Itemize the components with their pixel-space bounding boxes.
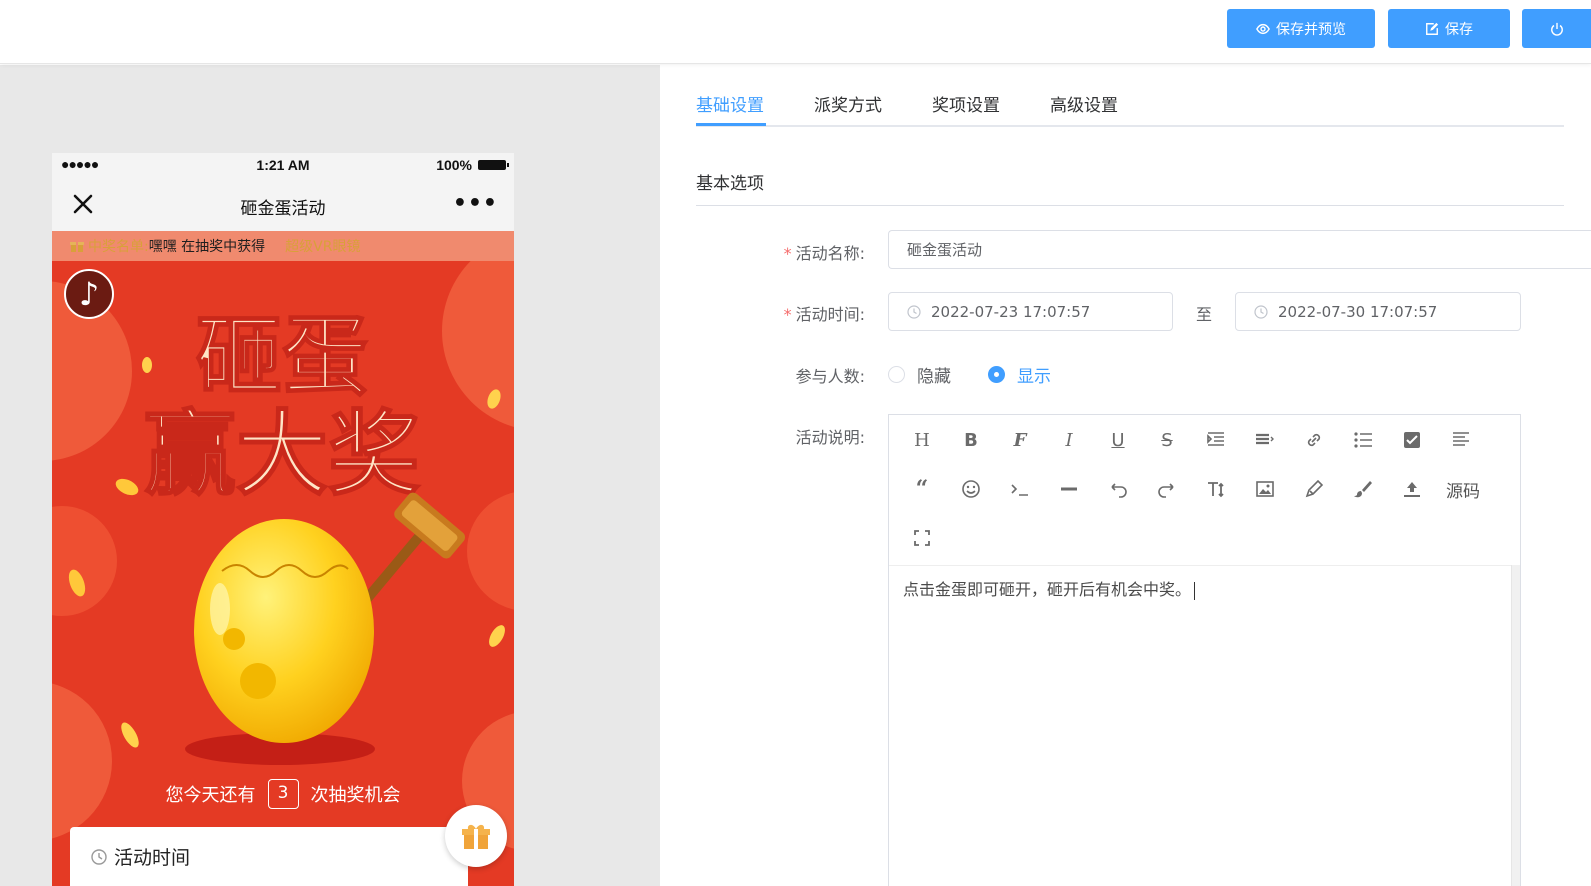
remaining-chances: 您今天还有 3 次抽奖机会	[52, 779, 514, 809]
winners-label: 中奖名单:	[88, 239, 149, 255]
radio-show[interactable]: 显示	[988, 362, 1051, 387]
save-button[interactable]: 保存	[1388, 9, 1510, 48]
editor-text: 点击金蛋即可砸开，砸开后有机会中奖。	[903, 576, 1196, 600]
section-divider	[696, 205, 1564, 206]
activity-name-label-text: 活动名称:	[795, 244, 865, 263]
preview-panel: ●●●●● 1:21 AM 100% 砸金蛋活动 ••• 中奖名单: 嘿嘿 在抽…	[0, 65, 660, 886]
edit-icon	[1426, 22, 1439, 35]
battery-icon	[478, 160, 509, 170]
section-title: 基本选项	[696, 174, 764, 194]
text-caret	[1194, 581, 1196, 600]
bold-icon[interactable]: B	[955, 424, 987, 456]
music-toggle-icon[interactable]: ♪	[64, 269, 114, 319]
phone-preview: ●●●●● 1:21 AM 100% 砸金蛋活动 ••• 中奖名单: 嘿嘿 在抽…	[52, 153, 514, 886]
tab-advanced-settings[interactable]: 高级设置	[1050, 91, 1118, 127]
settings-tabs: 基础设置 派奖方式 奖项设置 高级设置	[696, 87, 1564, 127]
radio-hide[interactable]: 隐藏	[888, 362, 951, 387]
save-and-preview-label: 保存并预览	[1276, 21, 1346, 38]
link-icon[interactable]	[1298, 424, 1330, 456]
bullet-list-icon[interactable]	[1347, 424, 1379, 456]
end-time-picker[interactable]: 2022-07-30 17:07:57	[1235, 292, 1521, 331]
end-time-value: 2022-07-30 17:07:57	[1278, 302, 1438, 321]
tab-award-method[interactable]: 派奖方式	[814, 91, 882, 127]
clock-icon	[91, 848, 107, 865]
activity-time-label-text: 活动时间:	[795, 305, 865, 324]
activity-time-card: 活动时间	[70, 827, 468, 886]
winner-prize: 超级VR眼镜	[285, 239, 361, 255]
settings-panel: 基础设置 派奖方式 奖项设置 高级设置 基本选项 * 活动名称: 砸金蛋活动 * 活…	[660, 65, 1591, 886]
activity-name-input[interactable]: 砸金蛋活动	[888, 230, 1591, 269]
activity-name-value: 砸金蛋活动	[907, 241, 983, 259]
description-text: 点击金蛋即可砸开，砸开后有机会中奖。	[903, 580, 1192, 599]
phone-page-title: 砸金蛋活动	[240, 199, 326, 219]
description-label: 活动说明:	[795, 428, 865, 447]
fullscreen-icon[interactable]	[906, 522, 938, 554]
battery-percent: 100%	[436, 157, 472, 173]
tab-basic-settings[interactable]: 基础设置	[696, 91, 764, 127]
editor-scrollbar[interactable]	[1511, 565, 1520, 886]
align-left-icon[interactable]	[1445, 424, 1477, 456]
tab-prize-settings[interactable]: 奖项设置	[932, 91, 1000, 127]
active-tab-indicator	[696, 123, 766, 126]
horizontal-rule-icon[interactable]	[1053, 473, 1085, 505]
code-icon[interactable]	[1004, 473, 1036, 505]
redo-icon[interactable]	[1151, 473, 1183, 505]
strikethrough-icon[interactable]: S	[1151, 424, 1183, 456]
image-icon[interactable]	[1249, 473, 1281, 505]
editor-content-area[interactable]: 点击金蛋即可砸开，砸开后有机会中奖。	[889, 565, 1511, 886]
indent-icon[interactable]	[1200, 424, 1232, 456]
winners-ticker: 中奖名单: 嘿嘿 在抽奖中获得 超级VR眼镜	[52, 231, 514, 261]
brush-icon[interactable]	[1347, 473, 1379, 505]
eye-icon	[1256, 23, 1270, 34]
editor-toolbar: H B F I U S “ 源码	[889, 415, 1520, 565]
italic-icon[interactable]: I	[1053, 424, 1085, 456]
checklist-icon[interactable]	[1396, 424, 1428, 456]
top-toolbar: 保存并预览 保存	[0, 0, 1591, 64]
phone-status-bar: ●●●●● 1:21 AM 100%	[52, 153, 514, 177]
emoji-icon[interactable]	[955, 473, 987, 505]
participants-label: 参与人数:	[795, 367, 865, 386]
radio-hide-label: 隐藏	[917, 367, 951, 387]
activity-time-title: 活动时间	[114, 847, 191, 869]
chances-count: 3	[267, 779, 299, 809]
heading-icon[interactable]: H	[906, 424, 938, 456]
line-height-icon[interactable]	[1249, 424, 1281, 456]
save-and-preview-button[interactable]: 保存并预览	[1227, 9, 1375, 48]
underline-icon[interactable]: U	[1102, 424, 1134, 456]
font-size-icon[interactable]	[1200, 473, 1232, 505]
upload-icon[interactable]	[1396, 473, 1428, 505]
activity-time-label: * 活动时间:	[783, 305, 865, 324]
gift-box-icon	[462, 824, 490, 849]
quote-icon[interactable]: “	[906, 473, 938, 505]
radio-circle-hide	[888, 366, 905, 383]
gift-icon	[70, 242, 84, 252]
start-time-value: 2022-07-23 17:07:57	[931, 302, 1091, 321]
rich-text-editor: H B F I U S “ 源码 点击金蛋即可砸开，砸开后有机会中奖。	[888, 414, 1521, 886]
chances-suffix: 次抽奖机会	[310, 785, 401, 806]
exit-button[interactable]	[1522, 9, 1591, 48]
activity-name-label: * 活动名称:	[783, 244, 865, 263]
radio-show-label: 显示	[1017, 367, 1051, 387]
range-separator: 至	[1196, 305, 1213, 324]
chances-prefix: 您今天还有	[165, 785, 256, 806]
start-time-picker[interactable]: 2022-07-23 17:07:57	[888, 292, 1173, 331]
clock-icon	[907, 304, 921, 319]
radio-circle-show	[988, 366, 1005, 383]
phone-nav-bar: 砸金蛋活动 •••	[52, 177, 514, 231]
more-icon[interactable]: •••	[453, 191, 498, 216]
undo-icon[interactable]	[1102, 473, 1134, 505]
battery-indicator: 100%	[436, 157, 509, 173]
pencil-icon[interactable]	[1298, 473, 1330, 505]
poster-headline-line1: 砸蛋	[196, 307, 368, 407]
activity-poster: 砸蛋 赢大奖 ♪ 您今天还有 3 次抽奖机会 活动时间	[52, 261, 514, 886]
clock-icon	[1254, 304, 1268, 319]
source-code-button[interactable]: 源码	[1441, 473, 1485, 505]
poster-headline-line2: 赢大奖	[144, 401, 420, 508]
font-icon[interactable]: F	[1004, 424, 1036, 456]
power-icon	[1550, 22, 1563, 36]
save-label: 保存	[1445, 21, 1473, 38]
my-prizes-button[interactable]	[445, 805, 507, 867]
winner-name: 嘿嘿 在抽奖中获得	[148, 239, 266, 255]
